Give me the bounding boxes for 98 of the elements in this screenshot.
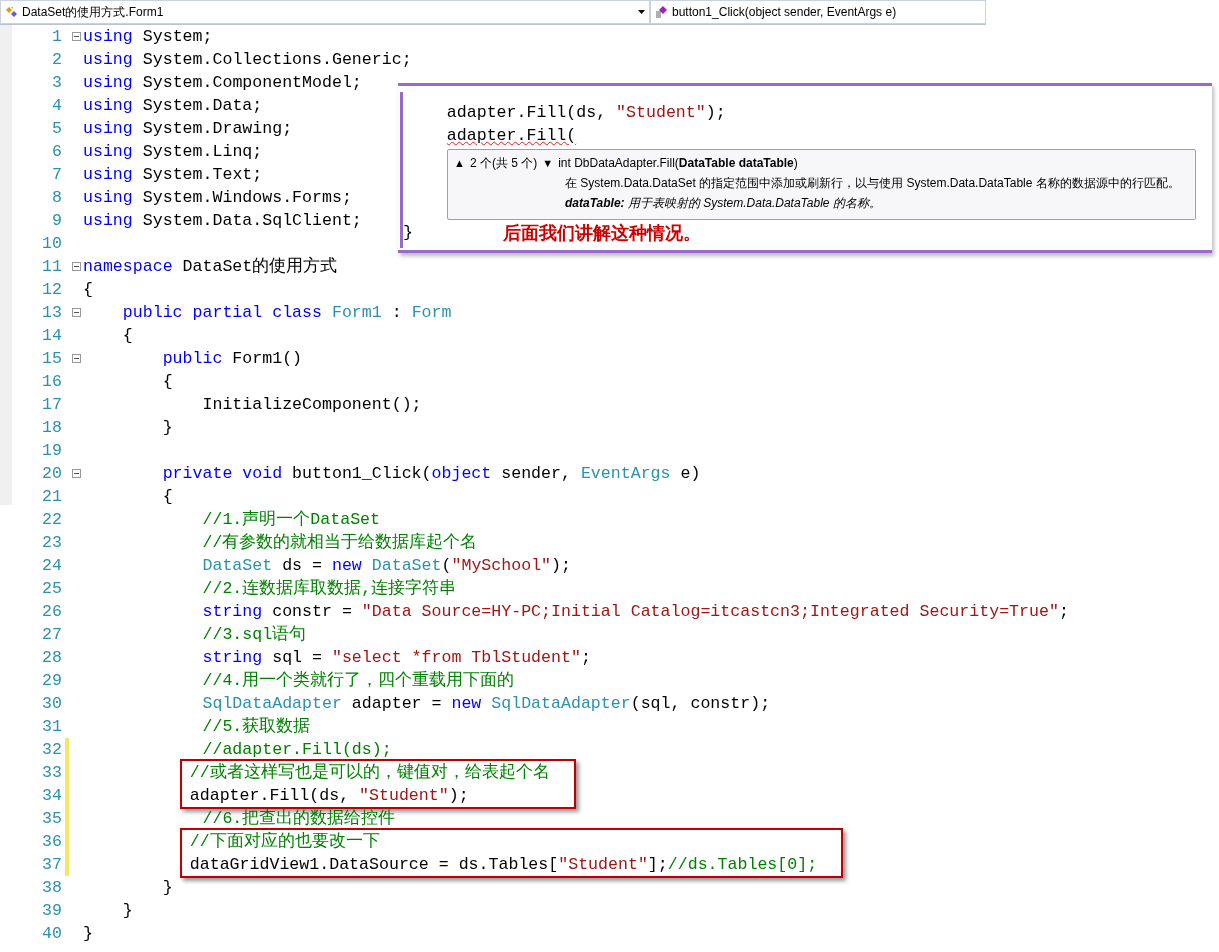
code-line: InitializeComponent(); <box>202 395 422 414</box>
code-line: //4.用一个类就行了，四个重载用下面的 <box>202 671 515 690</box>
code-line: { <box>83 280 93 299</box>
code-line: DataSet ds = new DataSet("MySchool"); <box>202 556 571 575</box>
next-overload-button[interactable]: ▼ <box>542 153 554 173</box>
line-number: 14 <box>41 325 62 347</box>
code-line: //6.把查出的数据给控件 <box>202 809 396 828</box>
line-number: 38 <box>41 877 62 899</box>
code-line: namespace DataSet的使用方式 <box>83 257 338 276</box>
line-number: 2 <box>51 49 62 71</box>
dropdown-arrow-icon <box>638 10 645 14</box>
line-number: 25 <box>41 578 62 600</box>
line-number: 27 <box>41 624 62 646</box>
collapse-icon[interactable] <box>71 262 81 271</box>
line-number: 39 <box>41 900 62 922</box>
line-number: 17 <box>41 394 62 416</box>
line-number: 5 <box>51 118 62 140</box>
code-line: { <box>162 372 173 391</box>
line-number: 1 <box>51 26 62 48</box>
collapse-icon[interactable] <box>71 354 81 363</box>
code-line: string sql = "select *from TblStudent"; <box>202 648 591 667</box>
code-line: private void button1_Click(object sender, EventArgs e) <box>162 464 701 483</box>
code-line: //1.声明一个DataSet <box>202 510 381 529</box>
code-line: using System.Collections.Generic; <box>83 50 412 69</box>
line-number: 3 <box>51 72 62 94</box>
line-number: 34 <box>41 785 62 807</box>
class-icon <box>5 5 19 19</box>
line-number: 35 <box>41 808 62 830</box>
code-line: using System.ComponentModel; <box>83 73 362 92</box>
line-number: 18 <box>41 417 62 439</box>
code-line: adapter.Fill(ds, "Student"); <box>189 786 469 805</box>
method-icon <box>655 5 669 19</box>
code-line: using System; <box>83 27 213 46</box>
line-number: 28 <box>41 647 62 669</box>
line-number: 26 <box>41 601 62 623</box>
line-number: 6 <box>51 141 62 163</box>
member-dropdown[interactable]: button1_Click(object sender, EventArgs e) <box>650 0 986 24</box>
code-line: adapter.Fill( <box>446 126 577 145</box>
code-line: string constr = "Data Source=HY-PC;Initial Catalog=itcastcn3;Integrated Security=True"; <box>202 602 1069 621</box>
line-number: 15 <box>41 348 62 370</box>
line-number: 36 <box>41 831 62 853</box>
line-number: 4 <box>51 95 62 117</box>
code-line: public Form1() <box>162 349 303 368</box>
line-number: 11 <box>41 256 62 278</box>
method-description: 在 System.Data.DataSet 的指定范围中添加或刷新行，以与使用 System.Data.DataTable 名称的数据源中的行匹配。 <box>565 175 1181 192</box>
collapse-icon[interactable] <box>71 469 81 478</box>
code-line: //3.sql语句 <box>202 625 307 644</box>
code-line: } <box>83 924 93 943</box>
code-line: { <box>122 326 133 345</box>
line-number: 30 <box>41 693 62 715</box>
code-line: { <box>162 487 173 506</box>
line-number: 21 <box>41 486 62 508</box>
overload-counter: 2 个(共 5 个) <box>469 155 538 172</box>
line-number: 31 <box>41 716 62 738</box>
line-number: 40 <box>41 923 62 945</box>
code-line: } <box>122 901 133 920</box>
line-number: 37 <box>41 854 62 876</box>
code-line: } <box>162 878 173 897</box>
code-line: //有参数的就相当于给数据库起个名 <box>202 533 478 552</box>
line-number: 23 <box>41 532 62 554</box>
class-dropdown[interactable]: DataSet的使用方式.Form1 <box>0 0 650 24</box>
line-number: 33 <box>41 762 62 784</box>
code-line: //或者这样写也是可以的，键值对，给表起个名 <box>189 763 550 782</box>
annotation-note: 后面我们讲解这种情况。 <box>503 220 701 245</box>
code-line: using System.Data.SqlClient; <box>83 211 362 230</box>
code-line: adapter.Fill(ds, "Student"); <box>446 103 726 122</box>
line-number: 19 <box>41 440 62 462</box>
code-line: dataGridView1.DataSource = ds.Tables["Student"];//ds.Tables[0]; <box>189 855 818 874</box>
code-line: using System.Drawing; <box>83 119 293 138</box>
code-line: //下面对应的也要改一下 <box>189 832 380 851</box>
line-number: 29 <box>41 670 62 692</box>
line-number: 7 <box>51 164 62 186</box>
code-line: } <box>403 223 413 242</box>
line-number: 13 <box>41 302 62 324</box>
method-signature: int DbDataAdapter.Fill(DataTable dataTable) <box>558 155 798 172</box>
line-number: 24 <box>41 555 62 577</box>
code-line: //5.获取数据 <box>202 717 311 736</box>
collapse-icon[interactable] <box>71 308 81 317</box>
line-number: 8 <box>51 187 62 209</box>
line-number: 20 <box>41 463 62 485</box>
previous-overload-button[interactable]: ▲ <box>454 153 465 173</box>
line-number: 16 <box>41 371 62 393</box>
code-line: public partial class Form1 : Form <box>122 303 452 322</box>
code-line: //2.连数据库取数据,连接字符串 <box>202 579 457 598</box>
code-line: using System.Data; <box>83 96 263 115</box>
code-line: using System.Windows.Forms; <box>83 188 352 207</box>
line-number: 22 <box>41 509 62 531</box>
collapse-icon[interactable] <box>71 32 81 41</box>
code-line: using System.Text; <box>83 165 263 184</box>
line-number: 12 <box>41 279 62 301</box>
parameter-description: dataTable: 用于表映射的 System.Data.DataTable 的名称。 <box>565 195 882 212</box>
code-line: using System.Linq; <box>83 142 263 161</box>
code-line: } <box>162 418 173 437</box>
code-line: SqlDataAdapter adapter = new SqlDataAdapter(sql, constr); <box>202 694 771 713</box>
line-number: 10 <box>41 233 62 255</box>
line-number: 9 <box>51 210 62 232</box>
code-line: //adapter.Fill(ds); <box>202 740 392 759</box>
line-number: 32 <box>41 739 62 761</box>
